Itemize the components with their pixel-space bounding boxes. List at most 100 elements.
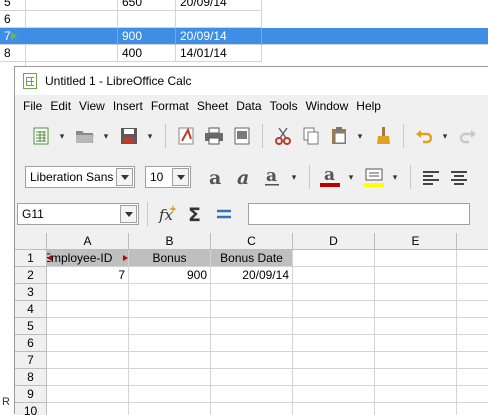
select-all-corner[interactable] [15, 233, 47, 250]
font-size-dropdown-button[interactable] [172, 168, 189, 186]
bg-row-number: 6 [4, 12, 11, 26]
name-box-dropdown-button[interactable] [120, 205, 137, 223]
menu-data[interactable]: Data [232, 95, 265, 117]
menu-bar: File Edit View Insert Format Sheet Data … [15, 95, 488, 117]
column-header-c[interactable]: C [211, 233, 293, 250]
menu-edit[interactable]: Edit [46, 95, 75, 117]
menu-insert[interactable]: Insert [109, 95, 147, 117]
row-header-8[interactable]: 8 [15, 369, 47, 386]
menu-sheet[interactable]: Sheet [193, 95, 232, 117]
font-name-combobox[interactable]: Liberation Sans [25, 166, 135, 188]
paste-dropdown-chevron-icon[interactable]: ▾ [355, 131, 365, 142]
copy-icon[interactable] [299, 124, 323, 148]
align-left-icon[interactable] [419, 165, 443, 189]
align-center-icon[interactable] [447, 165, 471, 189]
chevron-down-icon [120, 174, 129, 180]
new-spreadsheet-icon[interactable] [29, 124, 53, 148]
font-size-combobox[interactable]: 10 [145, 166, 191, 188]
bg-cell[interactable] [118, 11, 176, 28]
column-header-f[interactable] [457, 233, 488, 250]
bg-row-7-selected[interactable]: 7 900 20/09/14 [0, 28, 488, 45]
bg-cell[interactable]: 900 [118, 28, 176, 45]
cell-a2[interactable]: 7 [47, 267, 129, 284]
menu-tools[interactable]: Tools [266, 95, 302, 117]
highlighting-color-icon[interactable] [362, 165, 386, 189]
bg-cell[interactable] [26, 11, 118, 28]
menu-format[interactable]: Format [147, 95, 193, 117]
row-header-9[interactable]: 9 [15, 386, 47, 403]
save-dropdown-chevron-icon[interactable]: ▾ [145, 131, 155, 142]
bg-row-8[interactable]: 8 400 14/01/14 [0, 45, 262, 62]
underline-dropdown-chevron-icon[interactable]: ▾ [289, 172, 299, 183]
row-header-6[interactable]: 6 [15, 335, 47, 352]
row-header-4[interactable]: 4 [15, 301, 47, 318]
toolbar-separator [403, 124, 404, 148]
bg-cell[interactable]: 650 [118, 0, 176, 11]
underline-icon[interactable]: a [261, 165, 285, 189]
function-wizard-icon[interactable]: fx [156, 202, 180, 226]
title-bar[interactable]: Untitled 1 - LibreOffice Calc [15, 67, 488, 95]
formula-input[interactable] [248, 203, 470, 225]
export-pdf-icon[interactable] [174, 124, 198, 148]
highlighting-dropdown-chevron-icon[interactable]: ▾ [390, 172, 400, 183]
bg-row-number: 7 [4, 29, 11, 43]
comment-indicator-icon [47, 255, 52, 261]
bg-cell[interactable]: 400 [118, 45, 176, 62]
menu-file[interactable]: File [19, 95, 46, 117]
bg-cell[interactable] [26, 0, 118, 11]
print-preview-icon[interactable] [230, 124, 254, 148]
formatting-toolbar: Liberation Sans 10 a a a ▾ a ▾ ▾ [15, 161, 488, 193]
row-header-3[interactable]: 3 [15, 284, 47, 301]
background-status-text: R [2, 396, 10, 408]
redo-icon[interactable] [456, 124, 480, 148]
formula-equals-icon[interactable] [212, 202, 236, 226]
bg-row-6[interactable]: 6 [0, 11, 262, 28]
column-header-b[interactable]: B [129, 233, 211, 250]
open-dropdown-chevron-icon[interactable]: ▾ [101, 131, 111, 142]
bold-icon[interactable]: a [205, 165, 229, 189]
bg-row-5[interactable]: 5 650 20/09/14 [0, 0, 262, 11]
column-header-a[interactable]: A [47, 233, 129, 250]
row-header-2[interactable]: 2 [15, 267, 47, 284]
cut-icon[interactable] [271, 124, 295, 148]
undo-dropdown-chevron-icon[interactable]: ▾ [440, 131, 450, 142]
bg-cell[interactable]: 14/01/14 [176, 45, 262, 62]
comment-indicator-icon [123, 255, 128, 261]
bg-cell[interactable]: 20/09/14 [176, 0, 262, 11]
name-box[interactable]: G11 [17, 203, 139, 225]
svg-text:a: a [266, 167, 277, 186]
sum-icon[interactable]: Σ [184, 202, 208, 226]
column-header-e[interactable]: E [375, 233, 457, 250]
row-header-7[interactable]: 7 [15, 352, 47, 369]
bg-cell[interactable] [176, 11, 262, 28]
save-icon[interactable] [117, 124, 141, 148]
undo-icon[interactable] [412, 124, 436, 148]
clone-formatting-brush-icon[interactable] [371, 124, 395, 148]
bg-cell[interactable] [26, 45, 118, 62]
bg-cell[interactable]: 20/09/14 [176, 28, 262, 45]
cell-c2[interactable]: 20/09/14 [211, 267, 293, 284]
paste-icon[interactable] [327, 124, 351, 148]
font-color-dropdown-chevron-icon[interactable]: ▾ [346, 172, 356, 183]
font-name-value: Liberation Sans [30, 170, 114, 184]
cell-a1[interactable]: Employee-ID [47, 250, 129, 267]
calc-window[interactable]: Untitled 1 - LibreOffice Calc File Edit … [14, 66, 488, 415]
row-header-1[interactable]: 1 [15, 250, 47, 267]
row-header-10[interactable]: 10 [15, 403, 47, 415]
column-header-d[interactable]: D [293, 233, 375, 250]
menu-help[interactable]: Help [352, 95, 385, 117]
font-color-icon[interactable]: a [318, 165, 342, 189]
menu-window[interactable]: Window [302, 95, 353, 117]
new-dropdown-chevron-icon[interactable]: ▾ [57, 131, 67, 142]
bg-cell[interactable] [26, 28, 118, 45]
spreadsheet-grid[interactable]: A B C D E 1 2 3 4 5 6 7 8 9 10 Employee-… [15, 233, 488, 415]
open-folder-icon[interactable] [73, 124, 97, 148]
cell-c1[interactable]: Bonus Date [211, 250, 293, 267]
cell-b2[interactable]: 900 [129, 267, 211, 284]
print-icon[interactable] [202, 124, 226, 148]
font-name-dropdown-button[interactable] [116, 168, 133, 186]
menu-view[interactable]: View [75, 95, 109, 117]
italic-icon[interactable]: a [233, 165, 257, 189]
row-header-5[interactable]: 5 [15, 318, 47, 335]
cell-b1[interactable]: Bonus [129, 250, 211, 267]
